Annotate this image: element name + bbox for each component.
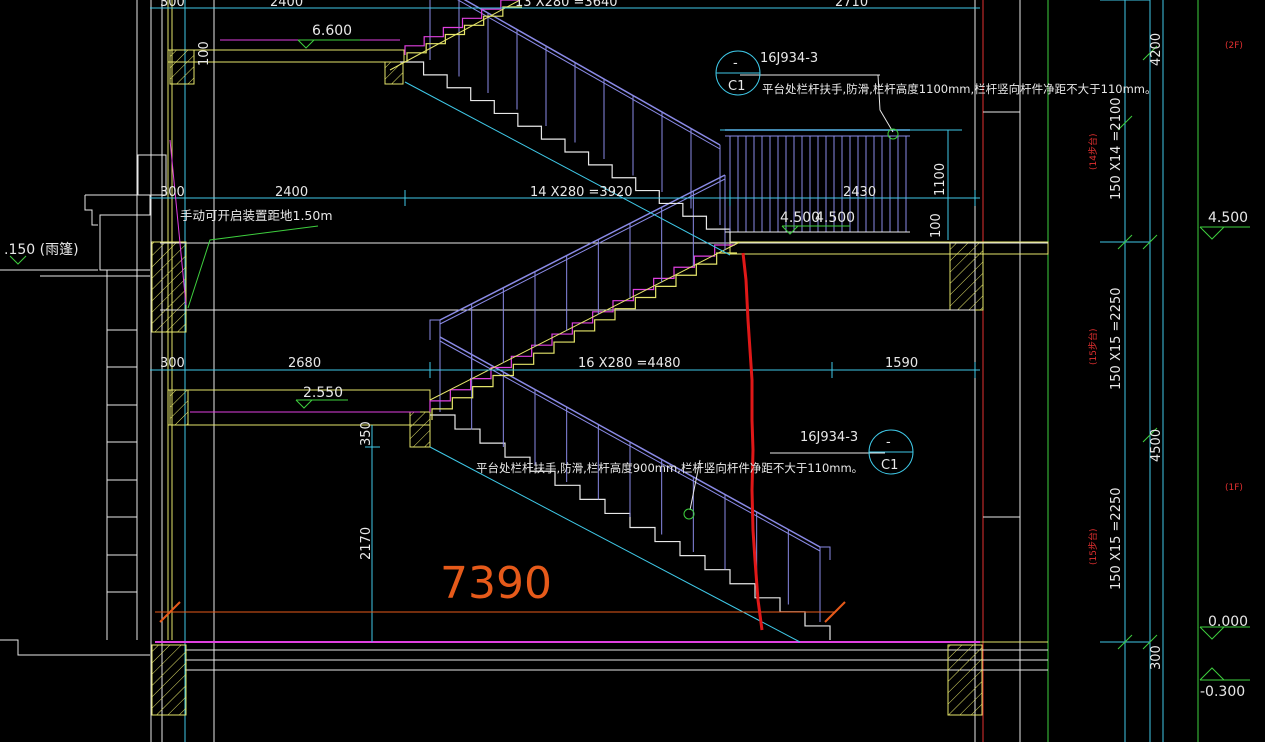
vdim-4200: 4200	[1149, 33, 1164, 66]
step-label-15b: (15步台)	[1087, 529, 1099, 565]
dim-rail-100: 100	[929, 213, 944, 238]
dim-2170: 2170	[359, 527, 374, 560]
flight-3-steps	[400, 61, 731, 242]
upper-ref-label: 16J934-3	[760, 51, 818, 66]
flight-4-steps-under	[406, 6, 522, 62]
dim-top-2400: 2400	[270, 0, 303, 10]
detail-callout-lower: - C1	[868, 429, 914, 475]
vdim-upper: 150 X14 =2100	[1109, 97, 1124, 200]
dim-left-100: 100	[197, 41, 212, 66]
upper-railing-note: 平台处栏杆扶手,防滑,栏杆高度1100mm,栏杆竖向杆件净距不大于110mm。	[762, 82, 1157, 96]
dim-low-1590: 1590	[885, 356, 918, 371]
dim-rail-1100: 1100	[933, 163, 948, 196]
detail-label-upper: C1	[728, 79, 745, 94]
lower-ref-label: 16J934-3	[800, 430, 858, 445]
grid-lines	[150, 0, 1199, 742]
vertical-dimension-texts: 4200 150 X14 =2100 150 X15 =2250 4500 15…	[1109, 33, 1164, 590]
lower-railing-note: 平台处栏杆扶手,防滑,栏杆高度900mm,栏杆竖向杆件净距不大于110mm。	[476, 461, 863, 475]
dim-bottom-300: 300	[1149, 645, 1164, 670]
detail-dash-lower: -	[886, 435, 891, 450]
dim-low-run: 16 X280 =4480	[578, 356, 681, 371]
flight-2-railing-handrail-inner	[439, 178, 726, 325]
dim-low-300: 300	[160, 356, 185, 371]
dim-top-2710: 2710	[835, 0, 868, 10]
big-dimension-7390: 7390	[440, 558, 552, 609]
annotation-texts: 16J934-3 平台处栏杆扶手,防滑,栏杆高度1100mm,栏杆竖向杆件净距不…	[180, 51, 1157, 609]
step-label-15a: (15步台)	[1087, 329, 1099, 365]
detail-label-lower: C1	[881, 458, 898, 473]
detail-dash-upper: -	[733, 56, 738, 71]
elev-2550: 2.550	[303, 385, 343, 401]
detail-callout-upper: - C1	[715, 50, 761, 96]
step-label-14: (14步台)	[1087, 134, 1099, 170]
floor-label-2f: (2F)	[1225, 41, 1243, 51]
elev-4500-small: 4.500	[815, 210, 855, 226]
dim-mid-2400: 2400	[275, 185, 308, 200]
elev-0000: 0.000	[1208, 614, 1248, 630]
flight-4-soffit	[389, 0, 521, 71]
left-exterior	[0, 0, 167, 656]
dim-mid-run: 14 X280 =3920	[530, 185, 633, 200]
elev-canopy: .150 (雨篷)	[4, 242, 79, 258]
vdim-lower: 150 X15 =2250	[1109, 487, 1124, 590]
vdim-4500: 4500	[1149, 429, 1164, 462]
vdim-mid: 150 X15 =2250	[1109, 287, 1124, 390]
flight-3-soffit	[404, 81, 731, 256]
window-opening-note: 手动可开启装置距地1.50m	[180, 208, 333, 223]
floor-label-1f: (1F)	[1225, 483, 1243, 493]
dim-low-2680: 2680	[288, 356, 321, 371]
dim-mid-2430: 2430	[843, 185, 876, 200]
dim-top-300: 300	[160, 0, 185, 10]
stair-flights	[389, 0, 910, 643]
dim-top-run: 13 X280 =3640	[515, 0, 618, 10]
leader-lines	[169, 74, 899, 520]
flight-2-rail-end	[429, 319, 440, 340]
flight-1-soffit	[429, 446, 801, 643]
elev-4500-right: 4.500	[1208, 210, 1248, 226]
elev-minus300: -0.300	[1200, 684, 1245, 700]
stair-section-drawing: - C1 - C1 300 2400 13 X280 =3640 2710 30…	[0, 0, 1250, 742]
flight-1-rail-end	[820, 546, 831, 560]
dimension-lines	[150, 0, 1151, 742]
elev-6600: 6.600	[312, 23, 352, 39]
flight-2-steps-under	[431, 252, 737, 420]
dim-mid-300: 300	[160, 185, 185, 200]
dim-350: 350	[359, 421, 374, 446]
